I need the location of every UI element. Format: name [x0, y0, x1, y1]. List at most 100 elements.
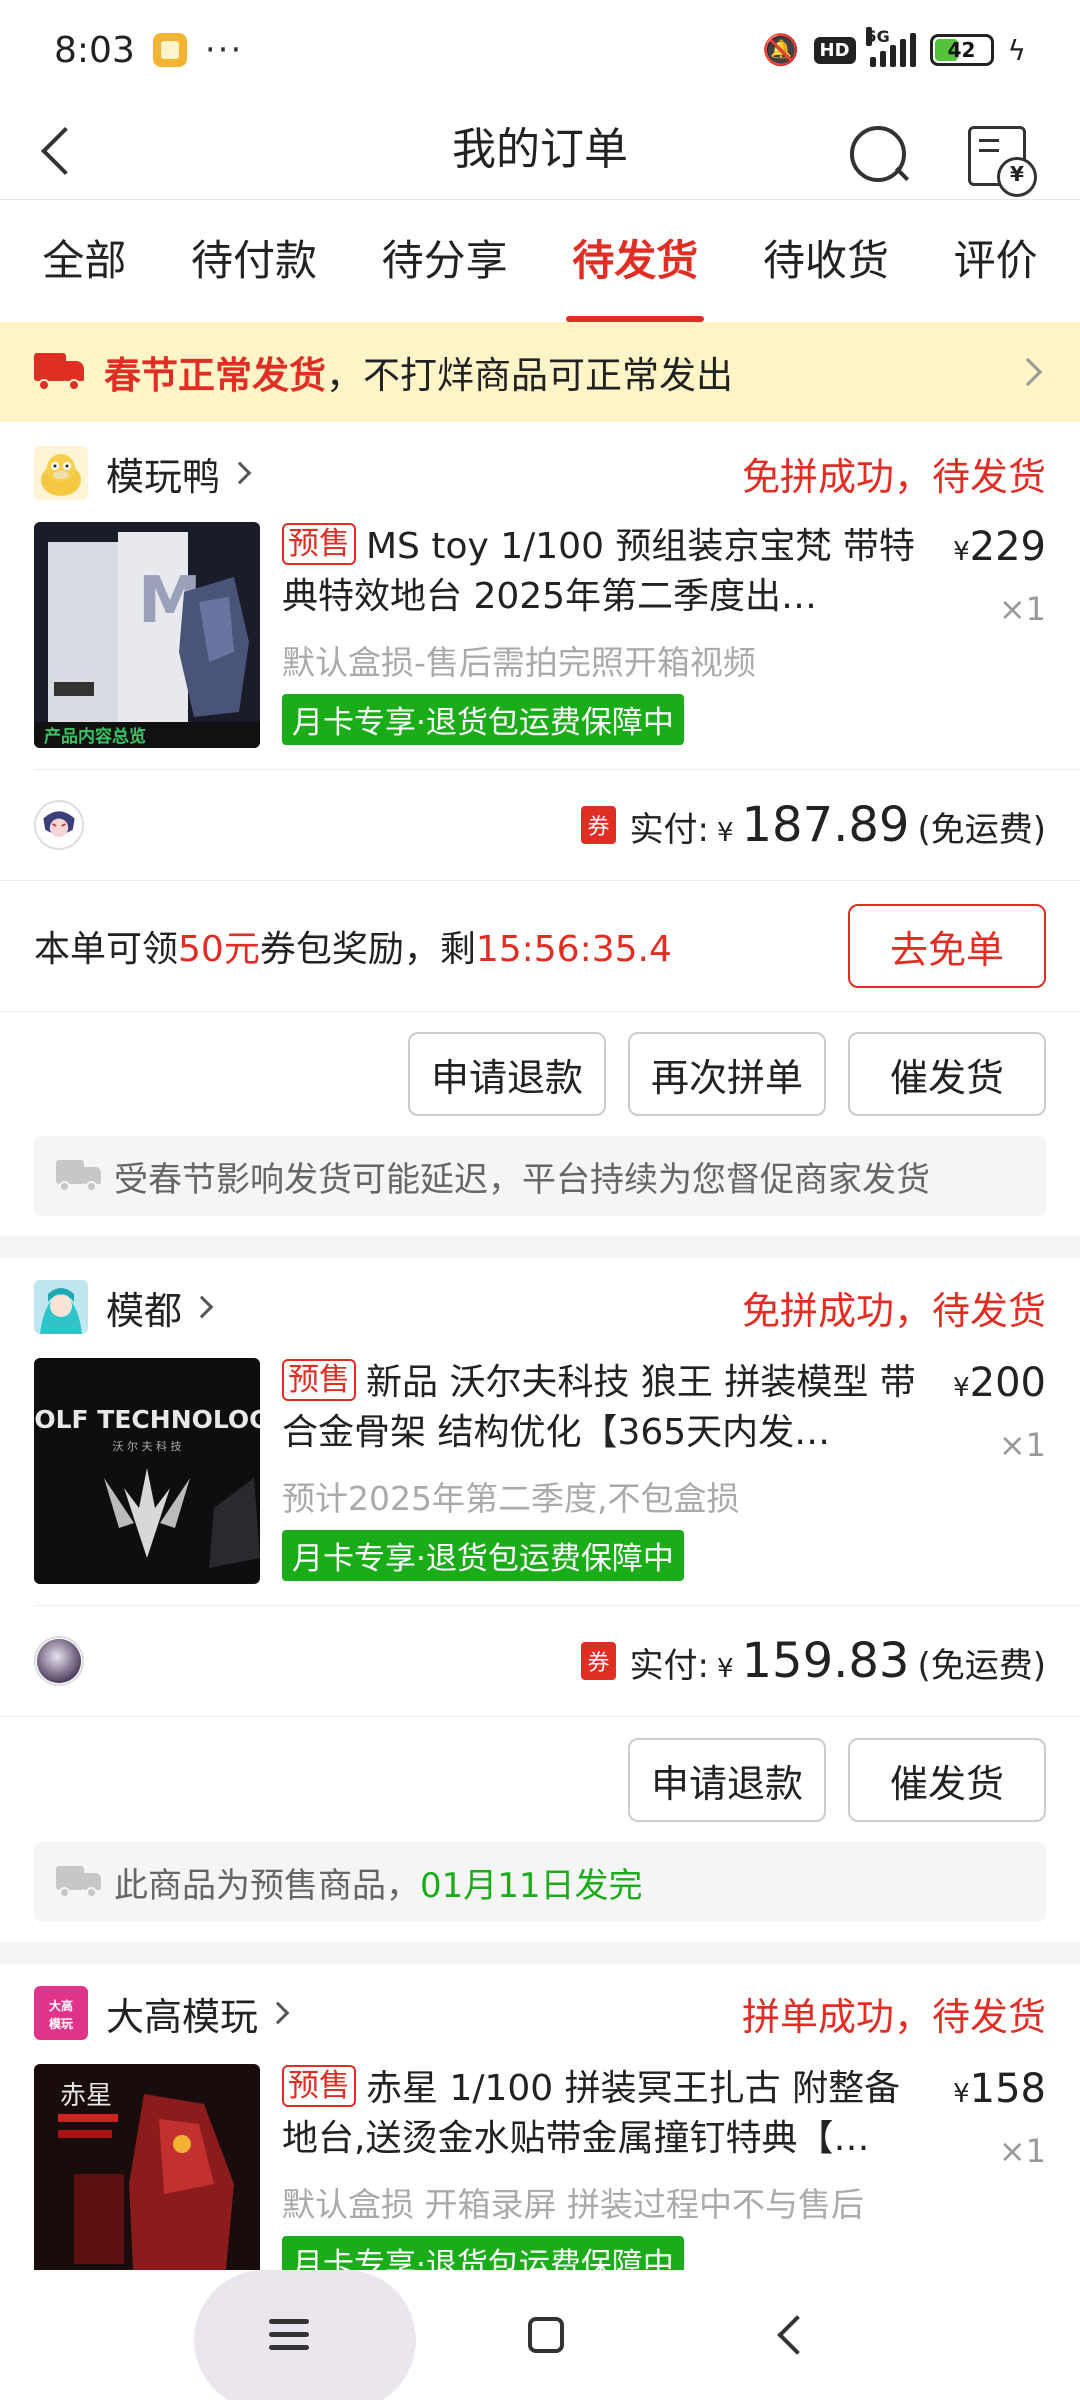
avatar	[34, 800, 84, 850]
system-nav-bar	[0, 2270, 1080, 2400]
shop-header[interactable]: 模玩鸭 免拼成功，待发货	[34, 438, 1046, 508]
urge-shipping-button[interactable]: 催发货	[848, 1738, 1046, 1822]
section-gap	[0, 1942, 1080, 1964]
product-title: 预售 MS toy 1/100 预组装京宝梵 带特典特效地台 2025年第二季度出…	[282, 522, 916, 622]
home-icon[interactable]	[527, 2317, 564, 2353]
shipping-info-text: 此商品为预售商品，01月11日发完	[114, 1865, 643, 1906]
goods-item[interactable]: WOLF TECHNOLOGY 沃 尔 夫 科 技 预售新品 沃尔夫科技 狼王 …	[34, 1358, 1046, 1584]
tab-pending-receipt[interactable]: 待收货	[757, 200, 895, 322]
battery-icon: 42	[929, 34, 994, 66]
signal-icon: 5G	[865, 27, 916, 67]
svg-text:模玩: 模玩	[49, 2016, 73, 2031]
shipping-note: (免运费)	[917, 810, 1046, 850]
mute-icon: 🔕	[762, 32, 800, 68]
order-status: 免拼成功，待发货	[741, 454, 1046, 499]
free-order-button[interactable]: 去免单	[848, 904, 1046, 988]
back-icon[interactable]	[776, 2315, 817, 2355]
payment-row: 券 实付: ¥ 159.83 (免运费)	[34, 1606, 1046, 1716]
shop-header[interactable]: 模都 免拼成功，待发货	[34, 1272, 1046, 1342]
paid-label: 实付:	[629, 810, 709, 850]
svg-text:沃 尔 夫 科 技: 沃 尔 夫 科 技	[113, 1439, 182, 1453]
tab-pending-shipment[interactable]: 待发货	[566, 200, 705, 322]
chevron-right-icon	[1013, 357, 1043, 387]
regroup-button[interactable]: 再次拼单	[628, 1032, 826, 1116]
nav-bar: 我的订单	[0, 100, 1080, 200]
section-gap	[0, 1236, 1080, 1258]
truck-icon	[56, 1160, 102, 1192]
guarantee-tag: 月卡专享·退货包运费保障中	[282, 1530, 684, 1581]
guarantee-tag: 月卡专享·退货包运费保障中	[282, 694, 684, 745]
product-image: WOLF TECHNOLOGY 沃 尔 夫 科 技	[34, 1358, 260, 1584]
reward-text: 本单可领50元券包奖励，剩15:56:35.4	[34, 929, 672, 970]
order-status: 免拼成功，待发货	[741, 1288, 1046, 1333]
order-actions: 申请退款 再次拼单 催发货	[408, 1032, 1046, 1122]
hd-icon: HD	[813, 36, 856, 64]
shipping-info-bar: 此商品为预售商品，01月11日发完	[34, 1842, 1046, 1922]
product-title: 预售 新品 沃尔夫科技 狼王 拼装模型 带合金骨架 结构优化【365天内发…	[282, 1358, 916, 1458]
truck-icon	[34, 353, 86, 391]
shop-logo	[34, 1280, 88, 1334]
chevron-right-icon	[190, 1295, 214, 1319]
app-notification-icon	[152, 33, 187, 67]
shop-header[interactable]: 大高 模玩 大高模玩 拼单成功，待发货	[34, 1978, 1046, 2048]
svg-text:大高: 大高	[49, 1998, 73, 2013]
order-card: 模都 免拼成功，待发货 WOLF TECHNOLOGY 沃 尔 夫 科 技 预售…	[0, 1258, 1080, 1942]
shipping-info-text: 受春节影响发货可能延迟，平台持续为您督促商家发货	[114, 1159, 930, 1200]
search-icon[interactable]	[848, 124, 910, 186]
svg-text:WOLF TECHNOLOGY: WOLF TECHNOLOGY	[34, 1405, 260, 1434]
product-quantity: ×1	[998, 2132, 1046, 2170]
more-notifications-icon: ···	[204, 30, 244, 70]
order-tabs: 全部 待付款 待分享 待发货 待收货 评价	[0, 200, 1080, 322]
order-actions: 申请退款 催发货	[628, 1738, 1046, 1828]
tab-all[interactable]: 全部	[36, 200, 132, 322]
refund-button[interactable]: 申请退款	[628, 1738, 826, 1822]
reward-row: 本单可领50元券包奖励，剩15:56:35.4 去免单	[34, 881, 1046, 1011]
goods-item[interactable]: M 产品内容总览 预售 MS toy 1/100 预组装京宝梵 带特典特效地台 2…	[34, 522, 1046, 748]
coupon-badge: 券	[581, 806, 616, 844]
product-title: 预售 赤星 1/100 拼装冥王扎古 附整备地台,送烫金水贴带金属撞钉特典【…	[282, 2064, 916, 2164]
bill-icon[interactable]	[968, 126, 1037, 197]
product-image: M 产品内容总览	[34, 522, 260, 748]
shop-logo: 大高 模玩	[34, 1986, 88, 2040]
urge-shipping-button[interactable]: 催发货	[848, 1032, 1046, 1116]
tab-review[interactable]: 评价	[948, 200, 1044, 322]
charging-icon: ϟ	[1007, 33, 1026, 67]
shop-name: 大高模玩	[106, 1994, 259, 2039]
menu-icon[interactable]	[269, 2319, 310, 2351]
paid-amount: 187.89	[741, 797, 910, 853]
guarantee-tag: 月卡专享·退货包运费保障中	[282, 2236, 684, 2270]
svg-text:产品内容总览: 产品内容总览	[44, 726, 146, 747]
shipping-note: (免运费)	[917, 1646, 1046, 1686]
presale-badge: 预售	[282, 1359, 356, 1401]
shop-name: 模玩鸭	[106, 454, 221, 499]
product-spec: 默认盒损-售后需拍完照开箱视频	[282, 643, 756, 682]
chevron-right-icon	[228, 461, 252, 485]
shipping-info-bar: 受春节影响发货可能延迟，平台持续为您督促商家发货	[34, 1136, 1046, 1216]
product-price: ¥229	[953, 524, 1046, 570]
paid-label: 实付:	[629, 1646, 709, 1686]
shop-logo	[34, 446, 88, 500]
presale-badge: 预售	[282, 2065, 356, 2107]
avatar	[34, 1636, 84, 1686]
product-spec: 默认盒损 开箱录屏 拼装过程中不与售后	[282, 2185, 864, 2224]
clock: 8:03	[54, 29, 135, 71]
shipping-notice-banner[interactable]: 春节正常发货，不打烊商品可正常发出	[0, 322, 1080, 422]
tab-pending-payment[interactable]: 待付款	[185, 200, 323, 322]
product-spec: 预计2025年第二季度,不包盒损	[282, 1479, 740, 1518]
countdown-timer: 15:56:35.4	[475, 929, 672, 970]
refund-button[interactable]: 申请退款	[408, 1032, 606, 1116]
payment-row: 券 实付: ¥ 187.89 (免运费)	[34, 770, 1046, 880]
paid-amount: 159.83	[741, 1633, 910, 1689]
truck-icon	[56, 1866, 102, 1898]
page-title: 我的订单	[452, 124, 628, 175]
svg-text:赤星: 赤星	[60, 2081, 112, 2111]
coupon-badge: 券	[581, 1642, 616, 1680]
shop-name: 模都	[106, 1288, 183, 1333]
tab-pending-share[interactable]: 待分享	[376, 200, 514, 322]
order-card: 大高 模玩 大高模玩 拼单成功，待发货 赤星 预售 赤星 1/100 拼装冥王扎古…	[0, 1964, 1080, 2270]
goods-item[interactable]: 赤星 预售 赤星 1/100 拼装冥王扎古 附整备地台,送烫金水贴带金属撞钉特典【…	[34, 2064, 1046, 2270]
chevron-right-icon	[266, 2001, 290, 2025]
order-status: 拼单成功，待发货	[741, 1994, 1046, 2039]
product-price: ¥200	[953, 1360, 1046, 1406]
status-bar: 8:03 ··· 🔕 HD 5G 42 ϟ	[0, 0, 1080, 100]
